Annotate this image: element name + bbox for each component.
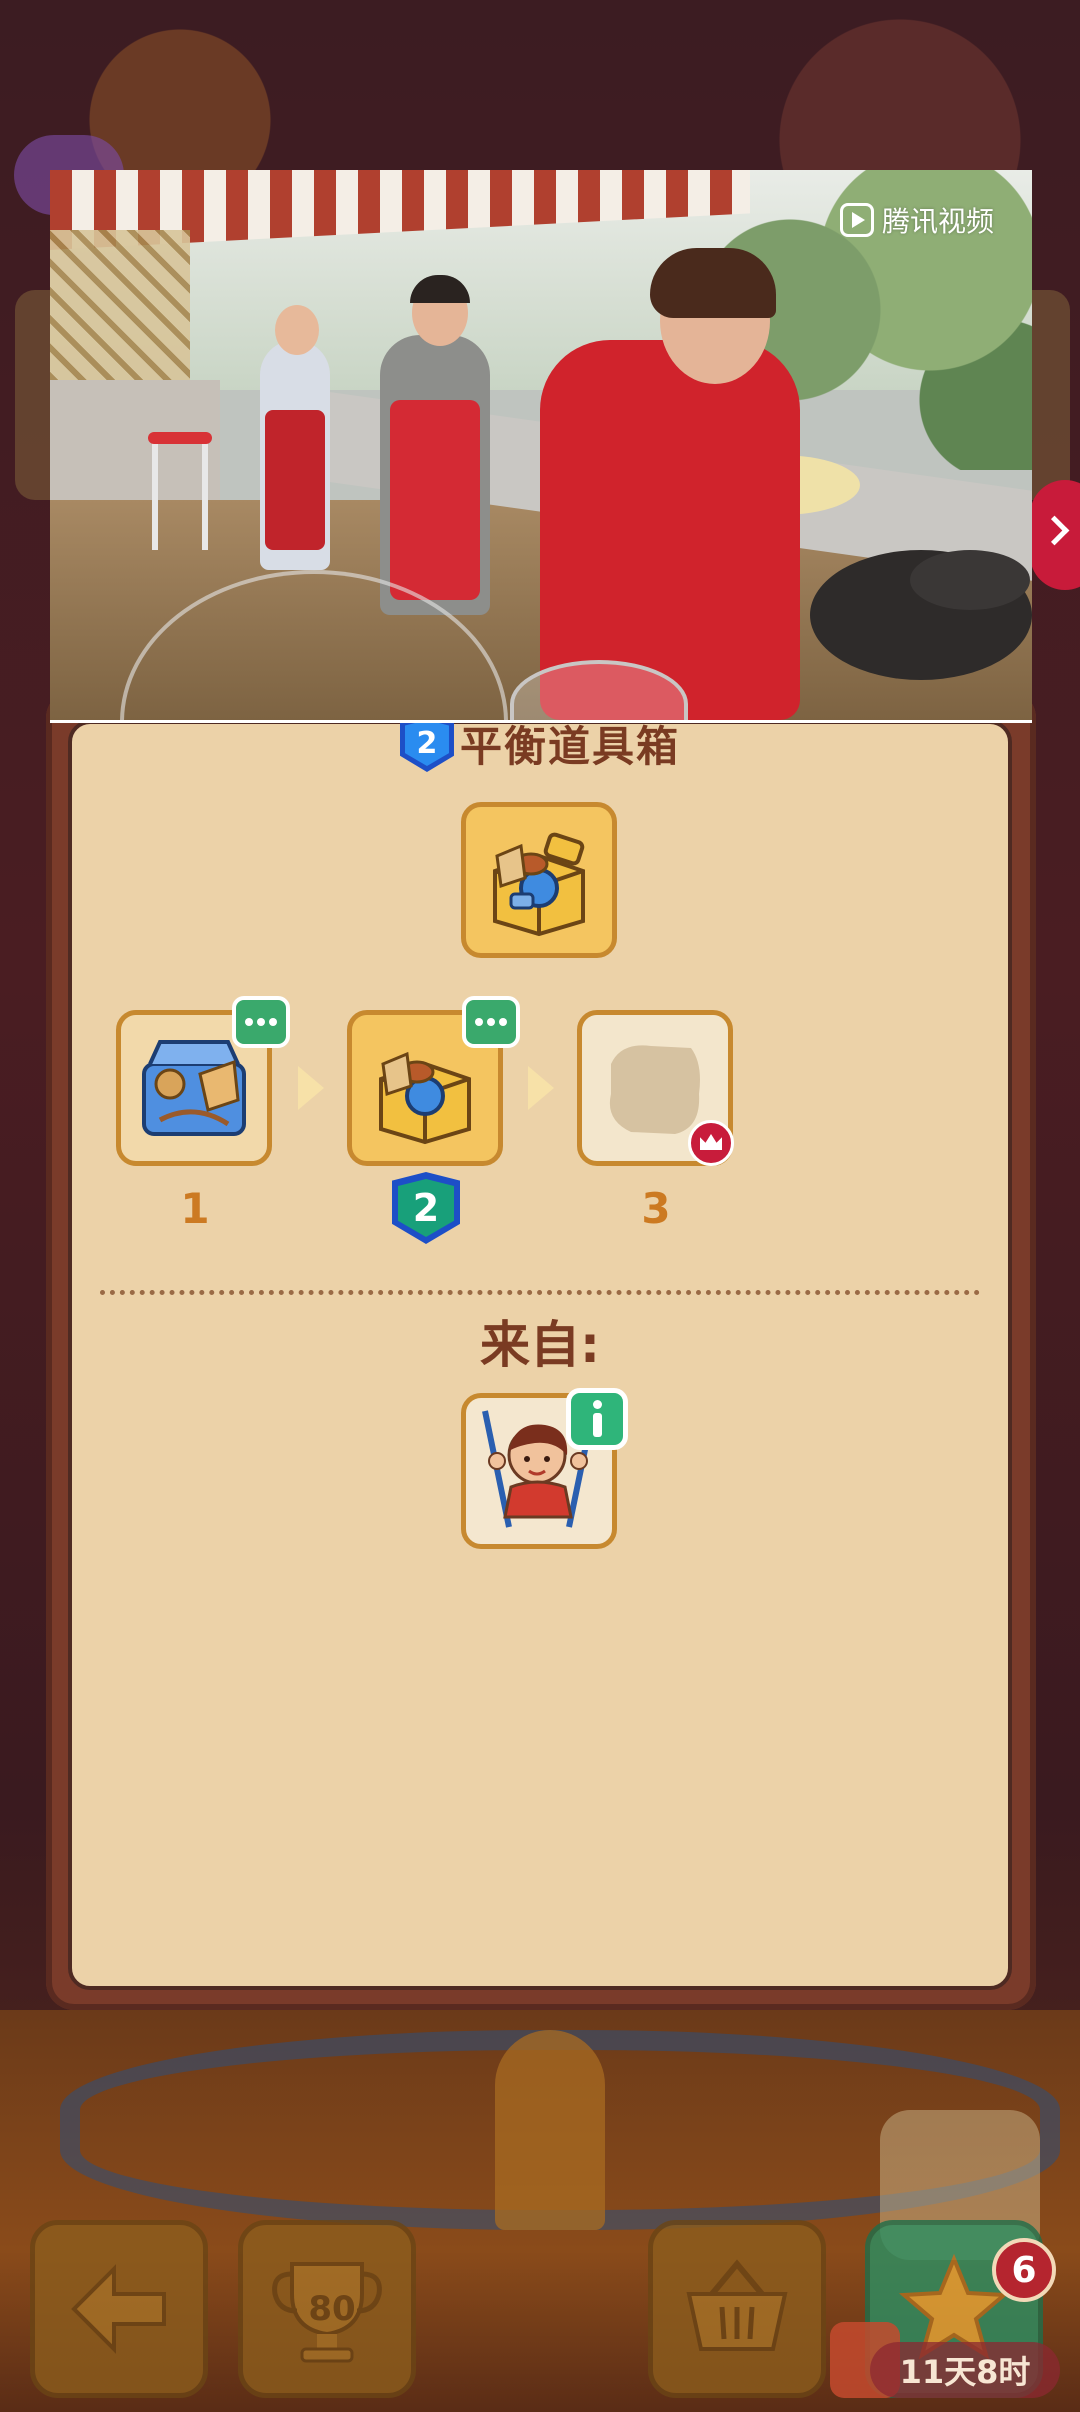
header-level-number: 2 [404,720,449,766]
video-person-apron [265,410,325,550]
video-frame-stool [148,432,212,550]
video-watermark-text: 腾讯视频 [882,205,995,238]
arrow-left-icon [71,2264,166,2354]
more-options-icon[interactable] [232,996,290,1048]
toolbox-gold-icon [493,832,585,937]
dotted-divider [100,1290,980,1295]
video-player[interactable]: 腾讯视频 [50,170,1032,723]
crown-icon [688,1120,734,1166]
source-heading: 来自: [480,1316,600,1374]
chevron-right-icon [528,1066,554,1110]
notification-badge: 6 [992,2238,1056,2302]
basket-icon [686,2259,788,2351]
back-button[interactable] [30,2220,208,2398]
video-person-head [275,305,319,355]
level-label-2: 2 [398,1179,454,1237]
trophy-button[interactable]: 80 [238,2220,416,2398]
more-options-icon[interactable] [462,996,520,1048]
panel-header: 2 平衡道具箱 [0,714,1080,772]
level-label-3: 3 [641,1184,671,1233]
background-lamp [495,2030,605,2230]
event-timer: 11天8时 [870,2342,1060,2398]
video-frame-pan [910,550,1030,610]
video-watermark: 腾讯视频 [840,200,994,240]
play-icon [840,203,874,237]
background-side-tab [1030,480,1080,590]
level-label-1: 1 [180,1184,210,1233]
trophy-count: 80 [308,2289,356,2329]
video-person-apron [390,400,480,600]
chevron-right-icon [298,1066,324,1110]
video-frame-lattice [50,230,190,380]
main-item-card [461,802,617,958]
basket-button[interactable] [648,2220,826,2398]
info-icon[interactable] [566,1388,628,1450]
video-person-hair [650,248,776,318]
